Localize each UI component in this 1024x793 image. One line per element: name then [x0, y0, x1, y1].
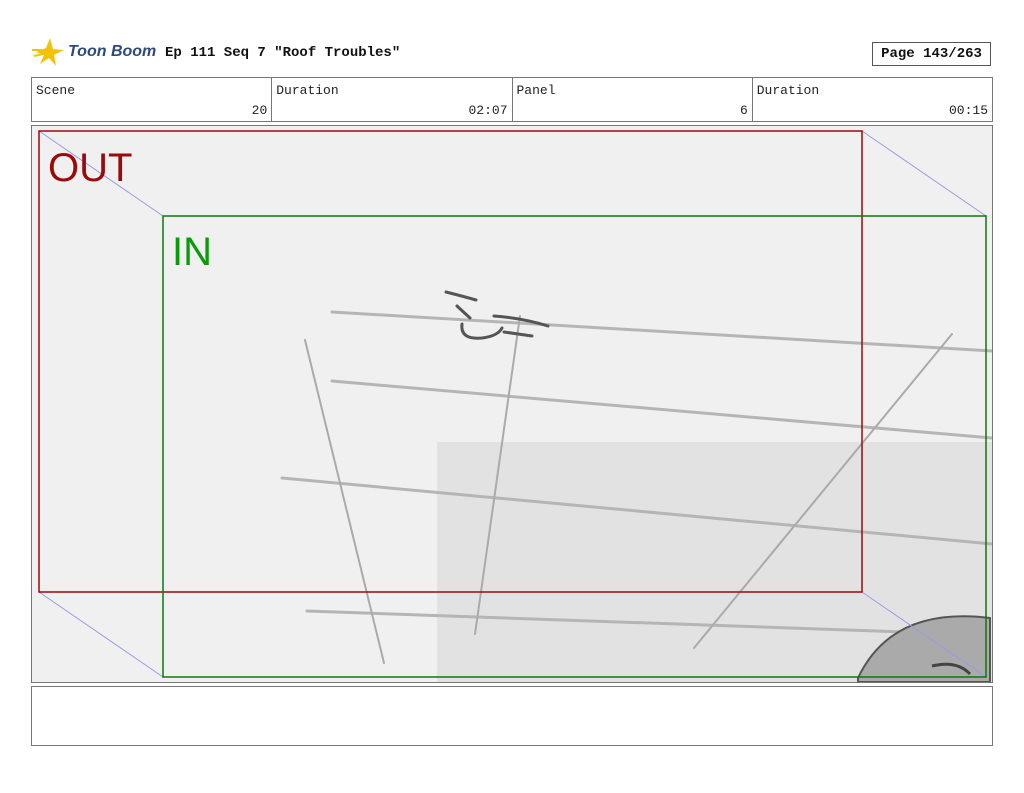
storyboard-frame: OUT IN	[31, 125, 993, 683]
info-bar: Scene 20 Duration 02:07 Panel 6 Duration…	[31, 77, 993, 122]
panel-label: Panel	[516, 83, 556, 98]
duration-value: 02:07	[468, 103, 508, 118]
scene-label: Scene	[36, 83, 76, 98]
in-label: IN	[172, 230, 212, 274]
character-sketch	[444, 290, 550, 340]
panel-value: 6	[739, 103, 748, 118]
page-number: Page 143/263	[872, 42, 991, 66]
scene-value: 20	[251, 103, 268, 118]
duration-label: Duration	[276, 83, 339, 98]
panel-duration-value: 00:15	[948, 103, 988, 118]
page-title: Ep 111 Seq 7 "Roof Troubles"	[165, 45, 401, 61]
scene-cell: Scene 20	[32, 78, 273, 121]
panel-duration-cell: Duration 00:15	[753, 78, 992, 121]
panel-cell: Panel 6	[513, 78, 753, 121]
panel-duration-label: Duration	[756, 83, 820, 98]
sketch-drawing	[38, 130, 992, 682]
out-label: OUT	[48, 146, 133, 190]
duration-cell: Duration 02:07	[272, 78, 513, 121]
brand-name: Toon Boom	[68, 43, 157, 60]
caption-box	[31, 686, 993, 746]
star-icon	[32, 38, 64, 66]
toon-boom-logo: Toon Boom	[32, 36, 162, 70]
